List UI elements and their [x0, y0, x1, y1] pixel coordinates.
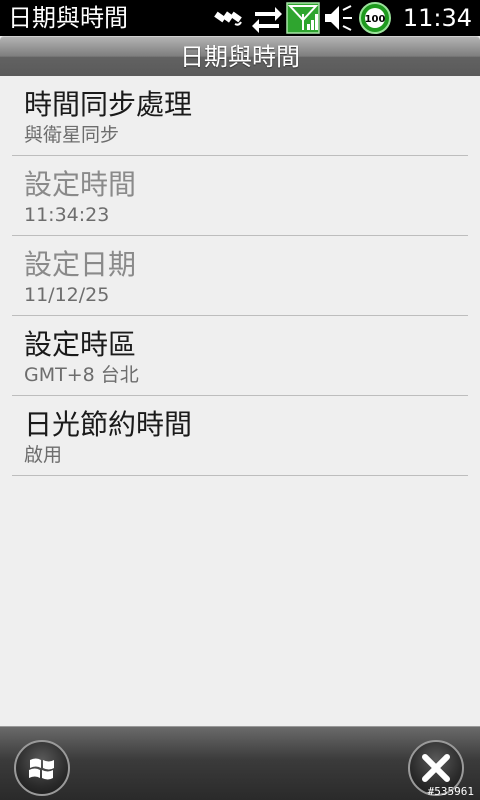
- satellite-icon: [209, 0, 249, 36]
- status-time: 11:34: [402, 4, 472, 32]
- list-item-title: 日光節約時間: [24, 408, 193, 441]
- list-item-subtitle: 11:34:23: [24, 204, 110, 226]
- status-bar: 日期與時間 100 11:34: [0, 0, 480, 36]
- list-item-subtitle: 與衛星同步: [24, 124, 120, 146]
- list-item-title: 設定時區: [24, 328, 137, 361]
- list-item-set-timezone[interactable]: 設定時區 GMT+8 台北: [12, 316, 468, 396]
- signal-strength-icon: [285, 0, 321, 36]
- status-icons[interactable]: 100 11:34: [209, 0, 480, 36]
- list-item-set-date[interactable]: 設定日期 11/12/25: [12, 236, 468, 316]
- screen: 日期與時間 100 11:34 日期與時間 時間同步處理 與衛星同步 設定時間 …: [0, 0, 480, 800]
- page-header: 日期與時間: [0, 36, 480, 76]
- watermark: #535961: [427, 785, 474, 798]
- list-item-time-sync[interactable]: 時間同步處理 與衛星同步: [12, 76, 468, 156]
- volume-icon: [321, 0, 355, 36]
- list-item-title: 設定日期: [24, 248, 137, 281]
- list-item-subtitle: 11/12/25: [24, 284, 110, 306]
- list-item-subtitle: 啟用: [24, 444, 63, 466]
- data-transfer-icon: [249, 0, 285, 36]
- start-button[interactable]: [14, 740, 70, 796]
- list-item-subtitle: GMT+8 台北: [24, 364, 139, 386]
- status-app-title: 日期與時間: [8, 4, 128, 32]
- windows-logo-icon: [29, 758, 54, 780]
- bottom-bar: #535961: [0, 726, 480, 800]
- list-item-title: 時間同步處理: [24, 88, 193, 121]
- settings-list: 時間同步處理 與衛星同步 設定時間 11:34:23 設定日期 11/12/25…: [12, 76, 468, 476]
- battery-icon: 100: [355, 0, 395, 36]
- list-item-daylight-saving[interactable]: 日光節約時間 啟用: [12, 396, 468, 476]
- battery-level: 100: [364, 14, 385, 25]
- list-item-title: 設定時間: [24, 168, 137, 201]
- page-title: 日期與時間: [180, 43, 300, 71]
- list-item-set-time[interactable]: 設定時間 11:34:23: [12, 156, 468, 236]
